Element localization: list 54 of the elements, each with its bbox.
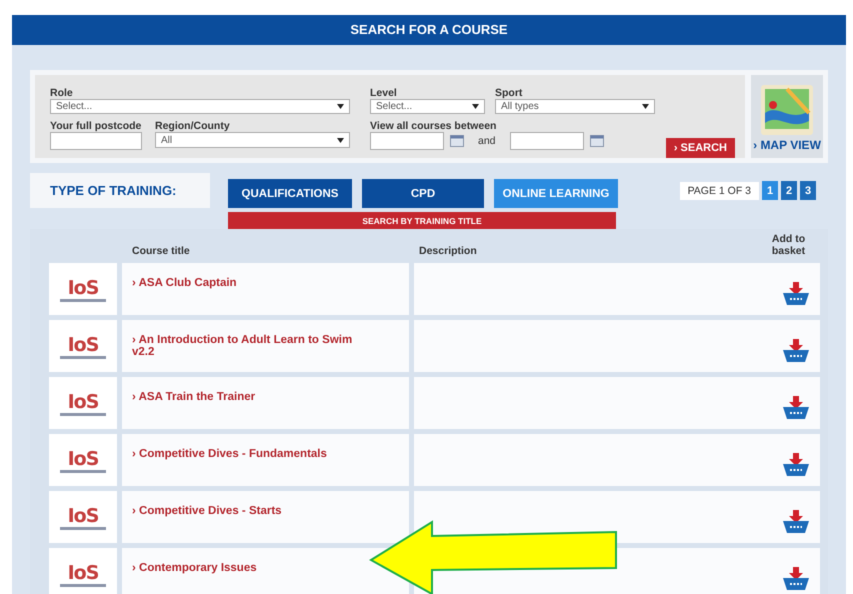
course-link[interactable]: › An Introduction to Adult Learn to Swim v2.2 [132, 334, 372, 358]
basket-icon[interactable] [782, 395, 810, 421]
basket-icon[interactable] [782, 566, 810, 592]
course-logo: IoS [68, 448, 98, 470]
search-button[interactable]: › SEARCH [666, 138, 735, 158]
postcode-field[interactable] [50, 132, 142, 150]
calendar-icon[interactable] [450, 135, 464, 147]
field-label: Region/County [155, 120, 231, 132]
course-logo: IoS [68, 390, 98, 412]
section-label: TYPE OF TRAINING: [30, 173, 210, 208]
field-label: Role [50, 87, 74, 99]
training-tab[interactable]: CPD [362, 179, 484, 208]
date-field[interactable] [370, 132, 444, 150]
course-link[interactable]: › Competitive Dives - Fundamentals [132, 448, 372, 460]
course-link[interactable]: › ASA Club Captain [132, 277, 372, 289]
page-button[interactable]: 1 [762, 181, 778, 200]
search-by-title-button[interactable]: SEARCH BY TRAINING TITLE [228, 212, 616, 229]
page-button[interactable]: 3 [800, 181, 816, 200]
basket-icon[interactable] [782, 509, 810, 535]
level-select[interactable]: Select... [370, 99, 485, 114]
basket-icon[interactable] [782, 452, 810, 478]
sport-select[interactable]: All types [495, 99, 655, 114]
region-select[interactable]: All [155, 132, 350, 148]
basket-icon[interactable] [782, 338, 810, 364]
course-logo: IoS [68, 504, 98, 526]
role-select[interactable]: Select... [50, 99, 350, 114]
training-tab[interactable]: QUALIFICATIONS [228, 179, 352, 208]
column-header: Add to basket [770, 233, 806, 257]
map-view-link[interactable]: › MAP VIEW [753, 138, 821, 152]
date-field[interactable] [510, 132, 584, 150]
calendar-icon[interactable] [590, 135, 604, 147]
page-indicator: PAGE 1 OF 3 [680, 182, 759, 200]
page-button[interactable]: 2 [781, 181, 797, 200]
training-tab[interactable]: ONLINE LEARNING [494, 179, 618, 208]
basket-icon[interactable] [782, 281, 810, 307]
dropdown-icon [337, 104, 344, 109]
course-link[interactable]: › ASA Train the Trainer [132, 391, 372, 403]
course-link[interactable]: › Contemporary Issues [132, 562, 372, 574]
dropdown-icon [472, 104, 479, 109]
column-header: Course title [131, 245, 191, 257]
page-header: SEARCH FOR A COURSE [12, 15, 846, 45]
field-label: View all courses between [370, 120, 498, 132]
course-link[interactable]: › Competitive Dives - Starts [132, 505, 372, 517]
dropdown-icon [337, 138, 344, 142]
course-logo: IoS [68, 562, 98, 584]
field-label: Level [370, 87, 398, 99]
course-logo: IoS [68, 276, 98, 298]
field-label: Sport [495, 87, 524, 99]
dropdown-icon [642, 104, 649, 109]
column-header: Description [418, 245, 478, 257]
course-logo: IoS [68, 334, 98, 356]
map-icon[interactable] [759, 83, 815, 137]
field-label: Your full postcode [50, 120, 142, 132]
and-text: and [478, 135, 496, 147]
